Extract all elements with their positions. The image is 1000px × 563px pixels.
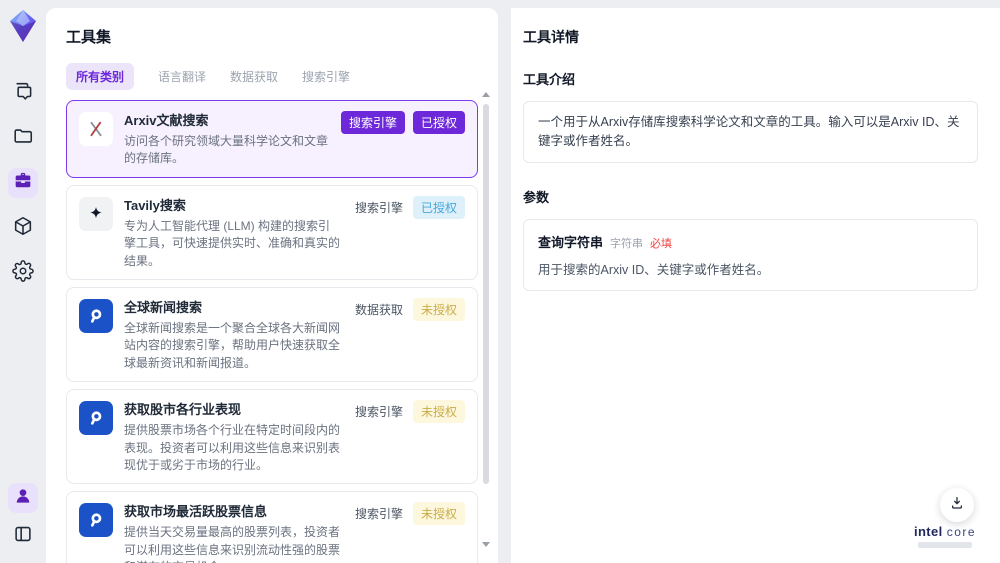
tool-name: Tavily搜索 xyxy=(124,197,186,213)
tab-search-engine[interactable]: 搜索引擎 xyxy=(302,63,350,90)
category-badge: 搜索引擎 xyxy=(354,405,403,420)
stock-sector-icon xyxy=(79,401,113,436)
brand-secondary: core xyxy=(946,525,977,539)
list-scrollbar[interactable] xyxy=(481,92,491,559)
auth-status-badge: 未授权 xyxy=(412,400,465,424)
tool-name: 全球新闻搜索 xyxy=(124,299,203,315)
tool-card-global-news[interactable]: 全球新闻搜索 全球新闻搜索是一个聚合全球各大新闻网站内容的搜索引擎，帮助用户快速… xyxy=(66,286,478,383)
sidebar-item-packages[interactable] xyxy=(8,213,38,243)
tool-card-tavily[interactable]: Tavily搜索 专为人工智能代理 (LLM) 构建的搜索引擎工具，可快速提供实… xyxy=(66,184,478,280)
params-heading: 参数 xyxy=(523,189,550,205)
page-title: 工具集 xyxy=(66,29,112,46)
auth-status-badge: 未授权 xyxy=(412,502,465,526)
brand-primary: intel xyxy=(913,524,943,539)
category-tabs: 所有类别 语言翻译 数据获取 搜索引擎 xyxy=(66,63,498,90)
folder-icon xyxy=(12,125,34,152)
auth-status-badge: 未授权 xyxy=(412,297,465,321)
tool-description: 访问各个研究领域大量科学论文和文章的存储库。 xyxy=(124,134,329,166)
tools-panel: 工具集 所有类别 语言翻译 数据获取 搜索引擎 Arxiv文献搜索 访问各个研究… xyxy=(46,8,498,563)
tool-intro-text: 一个用于从Arxiv存储库搜索科学论文和文章的工具。输入可以是Arxiv ID、… xyxy=(523,101,978,163)
parameter-required-flag: 必填 xyxy=(650,237,673,250)
parameter-name: 查询字符串 xyxy=(538,234,604,250)
tool-description: 全球新闻搜索是一个聚合全球各大新闻网站内容的搜索引擎，帮助用户快速获取全球最新资… xyxy=(124,320,341,370)
sidebar-item-files[interactable] xyxy=(8,123,38,153)
sidebar-item-chat[interactable] xyxy=(8,78,38,108)
tool-name: Arxiv文献搜索 xyxy=(124,113,209,128)
detail-title: 工具详情 xyxy=(523,29,579,45)
parameter-type: 字符串 xyxy=(610,237,644,250)
tab-all-categories[interactable]: 所有类别 xyxy=(66,63,135,90)
active-stock-icon xyxy=(79,503,113,538)
category-badge: 数据获取 xyxy=(354,302,403,317)
tool-name: 获取股市各行业表现 xyxy=(124,402,242,418)
sidebar-item-tools[interactable] xyxy=(8,168,38,198)
download-button[interactable] xyxy=(940,488,974,522)
tool-card-active-stocks[interactable]: 获取市场最活跃股票信息 提供当天交易量最高的股票列表，投资者可以利用这些信息来识… xyxy=(66,491,478,563)
category-badge: 搜索引擎 xyxy=(354,507,403,522)
user-icon xyxy=(13,486,33,511)
gem-logo-icon xyxy=(10,10,36,42)
sidebar-item-account[interactable] xyxy=(8,483,38,513)
download-icon xyxy=(949,495,965,516)
intel-core-logo: intel core xyxy=(902,524,988,548)
tool-name: 获取市场最活跃股票信息 xyxy=(124,504,268,520)
panel-toggle-icon xyxy=(12,523,34,550)
parameter-description: 用于搜索的Arxiv ID、关键字或作者姓名。 xyxy=(538,262,770,277)
tool-description: 专为人工智能代理 (LLM) 构建的搜索引擎工具，可快速提供实时、准确和真实的结… xyxy=(124,218,341,268)
left-sidebar xyxy=(0,0,46,563)
package-icon xyxy=(12,215,34,242)
chat-icon xyxy=(12,80,34,107)
briefcase-icon xyxy=(12,170,34,197)
intro-heading: 工具介绍 xyxy=(523,72,576,87)
tool-description: 提供当天交易量最高的股票列表，投资者可以利用这些信息来识别流动性强的股票和潜在的… xyxy=(124,525,341,563)
scroll-up-arrow-icon[interactable] xyxy=(482,92,490,97)
scrollbar-thumb[interactable] xyxy=(483,104,489,484)
auth-status-badge: 已授权 xyxy=(412,111,465,134)
tavily-sparkle-icon xyxy=(79,196,113,231)
tab-data-acquisition[interactable]: 数据获取 xyxy=(230,63,278,90)
tool-card-stock-sector[interactable]: 获取股市各行业表现 提供股票市场各个行业在特定时间段内的表现。投资者可以利用这些… xyxy=(66,389,478,485)
tool-description: 提供股票市场各个行业在特定时间段内的表现。投资者可以利用这些信息来识别表现优于或… xyxy=(124,423,341,472)
category-badge: 搜索引擎 xyxy=(354,200,403,215)
brand-subtext-decoration xyxy=(918,542,972,548)
tool-card-arxiv[interactable]: Arxiv文献搜索 访问各个研究领域大量科学论文和文章的存储库。 搜索引擎 已授… xyxy=(66,100,478,178)
tab-language-translation[interactable]: 语言翻译 xyxy=(158,63,206,90)
sidebar-item-panel-toggle[interactable] xyxy=(8,521,38,551)
tool-detail-panel: 工具详情 工具介绍 一个用于从Arxiv存储库搜索科学论文和文章的工具。输入可以… xyxy=(511,8,1000,563)
auth-status-badge: 已授权 xyxy=(412,195,465,219)
tool-list: Arxiv文献搜索 访问各个研究领域大量科学论文和文章的存储库。 搜索引擎 已授… xyxy=(66,100,478,563)
app-logo[interactable] xyxy=(7,8,39,44)
news-search-icon xyxy=(79,298,113,333)
parameter-card: 查询字符串 字符串 必填 用于搜索的Arxiv ID、关键字或作者姓名。 xyxy=(523,218,978,291)
scroll-down-arrow-icon[interactable] xyxy=(482,542,490,547)
sidebar-item-settings[interactable] xyxy=(8,258,38,288)
settings-icon xyxy=(12,259,34,287)
arxiv-icon xyxy=(79,112,113,146)
category-badge: 搜索引擎 xyxy=(340,111,405,134)
